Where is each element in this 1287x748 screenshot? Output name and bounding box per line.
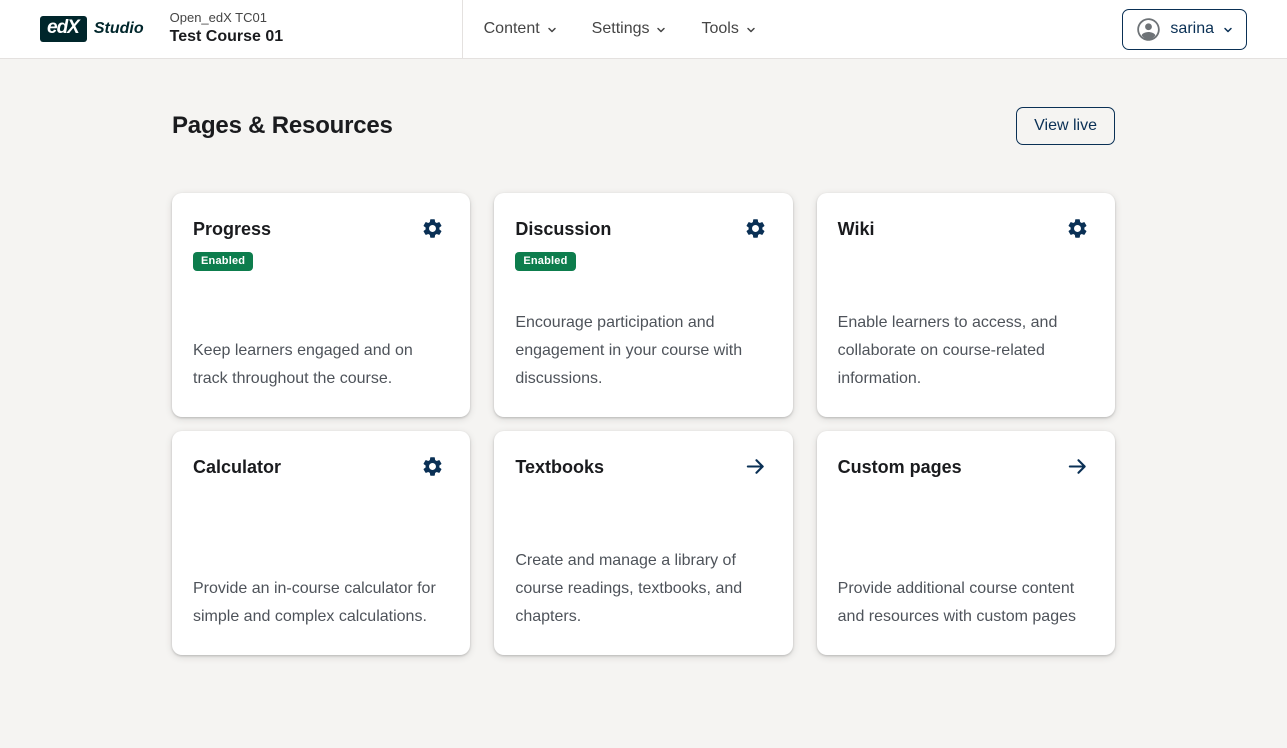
chevron-down-icon <box>1222 24 1234 36</box>
course-info: Open_edX TC01 Test Course 01 <box>170 0 462 58</box>
settings-icon <box>1066 217 1089 240</box>
chevron-down-icon <box>745 24 757 36</box>
nav-settings-label: Settings <box>592 20 650 38</box>
card-title: Calculator <box>193 453 281 478</box>
card-description: Provide an in-course calculator for simp… <box>193 575 446 631</box>
settings-icon <box>744 217 767 240</box>
user-menu-button[interactable]: sarina <box>1122 9 1247 50</box>
studio-logo-label: Studio <box>94 20 144 38</box>
pages-resources-page: Pages & Resources View live Progress Ena… <box>172 59 1115 655</box>
username-label: sarina <box>1170 20 1214 38</box>
card-description: Encourage participation and engagement i… <box>515 309 768 393</box>
course-title: Test Course 01 <box>170 27 462 48</box>
nav-content-label: Content <box>484 20 540 38</box>
card-action-button[interactable] <box>1064 215 1091 242</box>
top-header: edX Studio Open_edX TC01 Test Course 01 … <box>0 0 1287 59</box>
card-action-button[interactable] <box>419 215 446 242</box>
page-title: Pages & Resources <box>172 112 393 140</box>
card-header: Calculator <box>193 453 446 480</box>
nav-content-menu[interactable]: Content <box>467 0 575 58</box>
page-header: Pages & Resources View live <box>172 107 1115 145</box>
card-title: Textbooks <box>515 453 604 478</box>
card-header: Discussion <box>515 215 768 242</box>
nav-tools-label: Tools <box>701 20 738 38</box>
card-description: Keep learners engaged and on track throu… <box>193 337 446 393</box>
settings-icon <box>421 217 444 240</box>
resource-card: Calculator Provide an in-course calculat… <box>172 431 470 655</box>
card-action-button[interactable] <box>742 453 769 480</box>
card-header: Textbooks <box>515 453 768 480</box>
card-action-button[interactable] <box>1064 453 1091 480</box>
cards-grid: Progress Enabled Keep learners engaged a… <box>172 193 1115 655</box>
main-nav: Content Settings Tools <box>463 0 774 58</box>
resource-card: Progress Enabled Keep learners engaged a… <box>172 193 470 417</box>
card-header: Progress <box>193 215 446 242</box>
avatar-icon <box>1135 16 1162 43</box>
card-title: Discussion <box>515 215 611 240</box>
card-title: Custom pages <box>838 453 962 478</box>
resource-card: Wiki Enable learners to access, and coll… <box>817 193 1115 417</box>
resource-card: Custom pages Provide additional course c… <box>817 431 1115 655</box>
card-description: Enable learners to access, and collabora… <box>838 309 1091 393</box>
card-header: Custom pages <box>838 453 1091 480</box>
resource-card: Textbooks Create and manage a library of… <box>494 431 792 655</box>
card-title: Wiki <box>838 215 875 240</box>
card-description: Create and manage a library of course re… <box>515 547 768 631</box>
nav-settings-menu[interactable]: Settings <box>575 0 685 58</box>
studio-logo[interactable]: edX Studio <box>40 0 144 58</box>
chevron-down-icon <box>546 24 558 36</box>
resource-card: Discussion Enabled Encourage participati… <box>494 193 792 417</box>
course-org-number: Open_edX TC01 <box>170 10 462 27</box>
enabled-badge: Enabled <box>515 252 575 271</box>
card-action-button[interactable] <box>742 215 769 242</box>
card-title: Progress <box>193 215 271 240</box>
enabled-badge: Enabled <box>193 252 253 271</box>
card-action-button[interactable] <box>419 453 446 480</box>
arrow-forward-icon <box>744 455 767 478</box>
arrow-forward-icon <box>1066 455 1089 478</box>
card-description: Provide additional course content and re… <box>838 575 1091 631</box>
edx-logo: edX <box>40 16 87 43</box>
card-header: Wiki <box>838 215 1091 242</box>
nav-tools-menu[interactable]: Tools <box>684 0 773 58</box>
view-live-button[interactable]: View live <box>1016 107 1115 145</box>
settings-icon <box>421 455 444 478</box>
chevron-down-icon <box>655 24 667 36</box>
header-spacer <box>774 0 1123 58</box>
